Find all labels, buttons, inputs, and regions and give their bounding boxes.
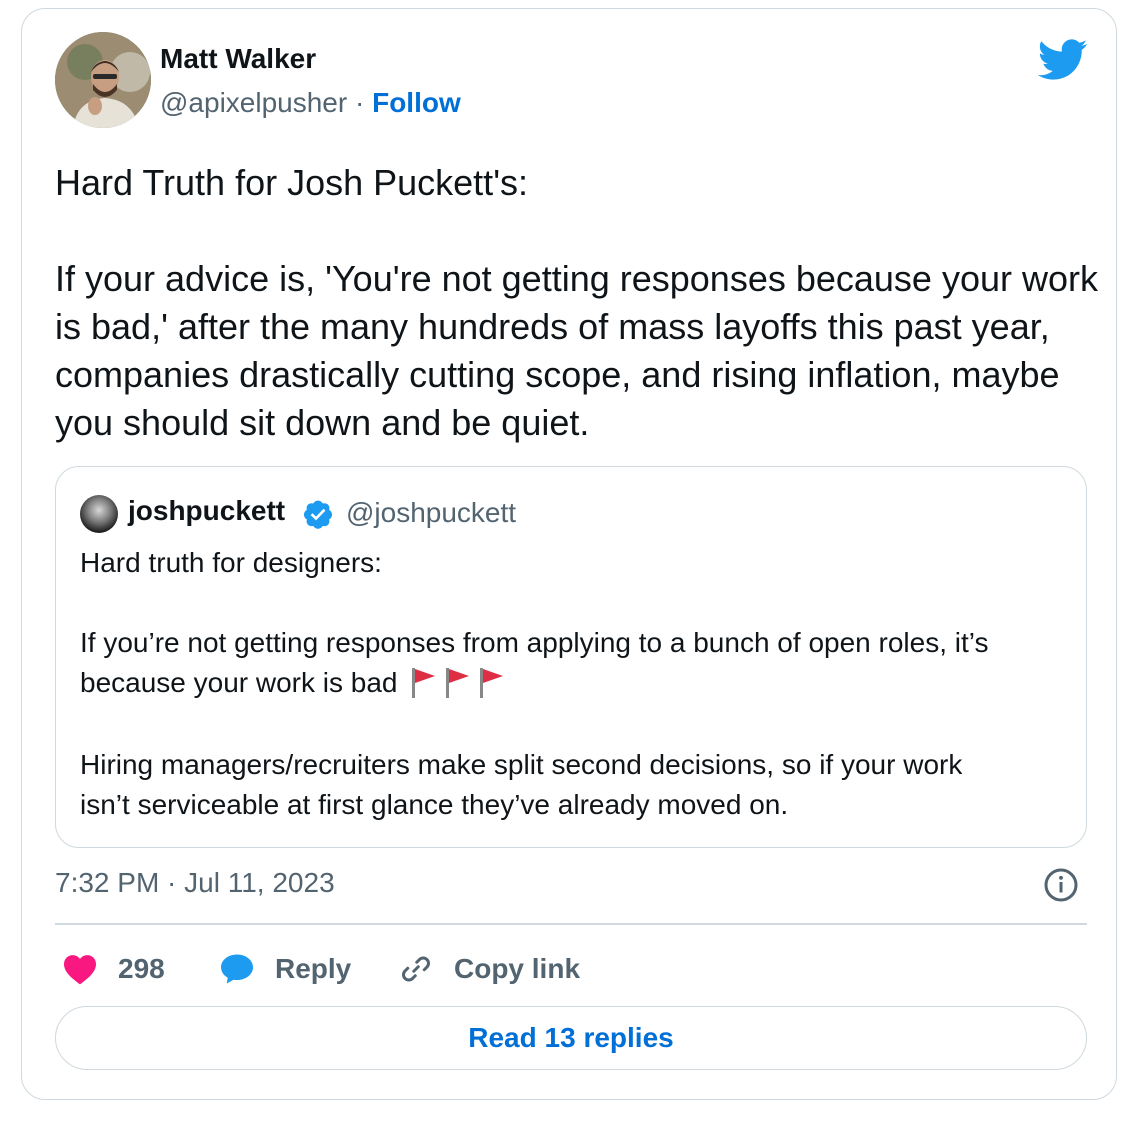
twitter-bird-icon[interactable]: [1038, 39, 1088, 81]
author-name[interactable]: Matt Walker: [160, 43, 316, 75]
link-icon: [402, 956, 430, 982]
quoted-line-with-flags: because your work is bad: [80, 663, 1070, 705]
verified-badge-icon: [304, 500, 332, 529]
quoted-line: isn’t serviceable at first glance they’v…: [80, 788, 789, 820]
author-avatar[interactable]: [55, 32, 151, 128]
separator-dot: ·: [354, 87, 365, 118]
quoted-line: because your work is bad: [80, 667, 398, 698]
red-flag-emojis: [410, 665, 512, 705]
copy-link-button[interactable]: Copy link: [398, 949, 580, 989]
quoted-text: Hard truth for designers: If you’re not …: [80, 543, 1070, 825]
read-replies-button[interactable]: Read 13 replies: [55, 1006, 1087, 1070]
author-handle-row: @apixelpusher · Follow: [160, 87, 461, 119]
quoted-tweet[interactable]: joshpuckett @joshpuckett Hard truth for …: [55, 466, 1087, 848]
divider: [55, 923, 1087, 925]
quoted-line: Hard truth for designers:: [80, 547, 382, 578]
like-count: 298: [118, 953, 165, 984]
tweet-card: Matt Walker @apixelpusher · Follow Hard …: [21, 8, 1117, 1100]
red-flag-icon: [445, 667, 469, 698]
tweet-timestamp[interactable]: 7:32 PM · Jul 11, 2023: [55, 867, 335, 899]
red-flag-icon: [411, 667, 435, 698]
author-handle[interactable]: @apixelpusher: [160, 87, 347, 118]
info-icon[interactable]: [1043, 867, 1079, 903]
follow-button[interactable]: Follow: [372, 87, 461, 118]
quoted-handle[interactable]: @joshpuckett: [346, 497, 516, 529]
like-button[interactable]: 298: [62, 949, 165, 989]
heart-icon: [64, 955, 96, 985]
speech-bubble-icon: [221, 954, 253, 984]
quoted-line: If you’re not getting responses from app…: [80, 627, 989, 658]
copy-link-label: Copy link: [454, 953, 581, 984]
tweet-text: Hard Truth for Josh Puckett's: If your a…: [55, 162, 1098, 443]
reply-label: Reply: [275, 953, 352, 984]
reply-button[interactable]: Reply: [219, 949, 351, 989]
quoted-avatar[interactable]: [80, 495, 118, 533]
quoted-line: Hiring managers/recruiters make split se…: [80, 748, 963, 780]
red-flag-icon: [479, 667, 503, 698]
quoted-name[interactable]: joshpuckett: [128, 495, 285, 527]
